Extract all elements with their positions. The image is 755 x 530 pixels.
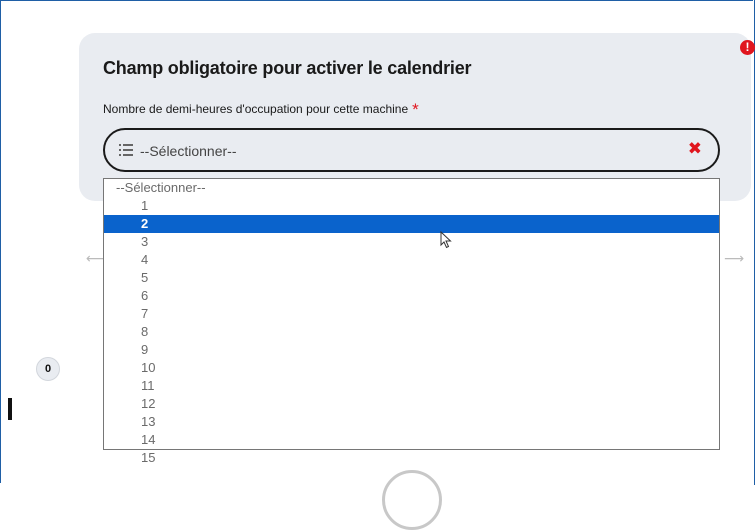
alert-circle-icon: ! — [740, 40, 755, 55]
dropdown-option-15[interactable]: 15 — [104, 449, 719, 467]
dropdown-option-1[interactable]: 1 — [104, 197, 719, 215]
list-icon — [119, 144, 133, 156]
mouse-pointer-icon — [440, 231, 452, 249]
dropdown-option-placeholder[interactable]: --Sélectionner-- — [104, 179, 719, 197]
dropdown-option-8[interactable]: 8 — [104, 323, 719, 341]
options-dropdown[interactable]: --Sélectionner-- 1 2 3 4 5 6 7 8 9 10 11 12 13 14 15 — [103, 178, 720, 465]
dropdown-option-10[interactable]: 10 — [104, 359, 719, 377]
dropdown-option-7[interactable]: 7 — [104, 305, 719, 323]
dropdown-option-14[interactable]: 14 — [104, 431, 719, 449]
close-icon[interactable]: ✖ — [688, 139, 702, 159]
dropdown-option-2[interactable]: 2 — [104, 215, 719, 233]
counter-badge: 0 — [36, 357, 60, 381]
dropdown-option-11[interactable]: 11 — [104, 377, 719, 395]
dropdown-option-6[interactable]: 6 — [104, 287, 719, 305]
card-title: Champ obligatoire pour activer le calend… — [103, 58, 472, 78]
select-value: --Sélectionner-- — [140, 143, 237, 159]
dropdown-option-9[interactable]: 9 — [104, 341, 719, 359]
dropdown-option-4[interactable]: 4 — [104, 251, 719, 269]
field-label: Nombre de demi-heures d'occupation pour … — [103, 100, 419, 120]
dropdown-option-5[interactable]: 5 — [104, 269, 719, 287]
dropdown-option-13[interactable]: 13 — [104, 413, 719, 431]
circle-button-partial[interactable] — [382, 470, 442, 530]
arrow-right-icon[interactable]: ⟶ — [724, 250, 744, 267]
dropdown-option-12[interactable]: 12 — [104, 395, 719, 413]
field-label-text: Nombre de demi-heures d'occupation pour … — [103, 102, 409, 116]
dropdown-option-3[interactable]: 3 — [104, 233, 719, 251]
half-hours-select[interactable]: --Sélectionner-- ✖ — [103, 128, 720, 172]
required-asterisk: * — [412, 100, 419, 119]
partial-left-glyph — [8, 398, 12, 420]
